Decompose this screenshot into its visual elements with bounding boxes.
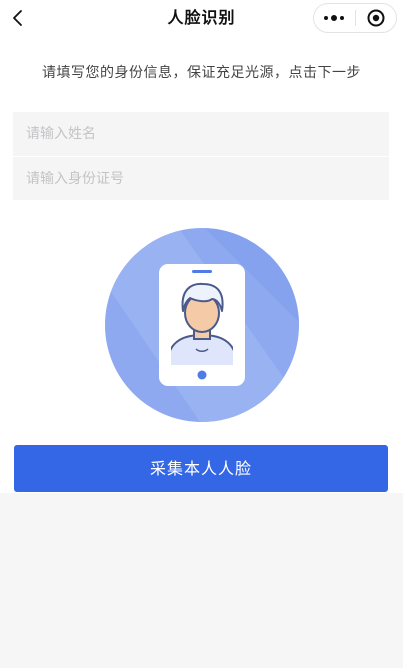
face-recognition-page: 人脸识别 请填写您的身份信息，保证充足光源，点击下一步 请输入姓名 请输入身份证… xyxy=(0,0,403,668)
close-mini-program-button[interactable] xyxy=(355,4,396,32)
more-dots-icon xyxy=(324,15,345,21)
capture-face-button[interactable]: 采集本人人脸 xyxy=(14,445,388,492)
id-number-input[interactable] xyxy=(13,156,389,200)
instruction-text: 请填写您的身份信息，保证充足光源，点击下一步 xyxy=(42,65,361,81)
name-input[interactable] xyxy=(13,112,389,156)
more-button[interactable] xyxy=(314,4,355,32)
target-circle-icon xyxy=(367,9,385,27)
mini-program-capsule xyxy=(313,3,397,33)
phone-face-avatar-icon xyxy=(104,227,300,423)
identity-form xyxy=(13,112,389,200)
nav-bar: 人脸识别 xyxy=(0,0,403,36)
